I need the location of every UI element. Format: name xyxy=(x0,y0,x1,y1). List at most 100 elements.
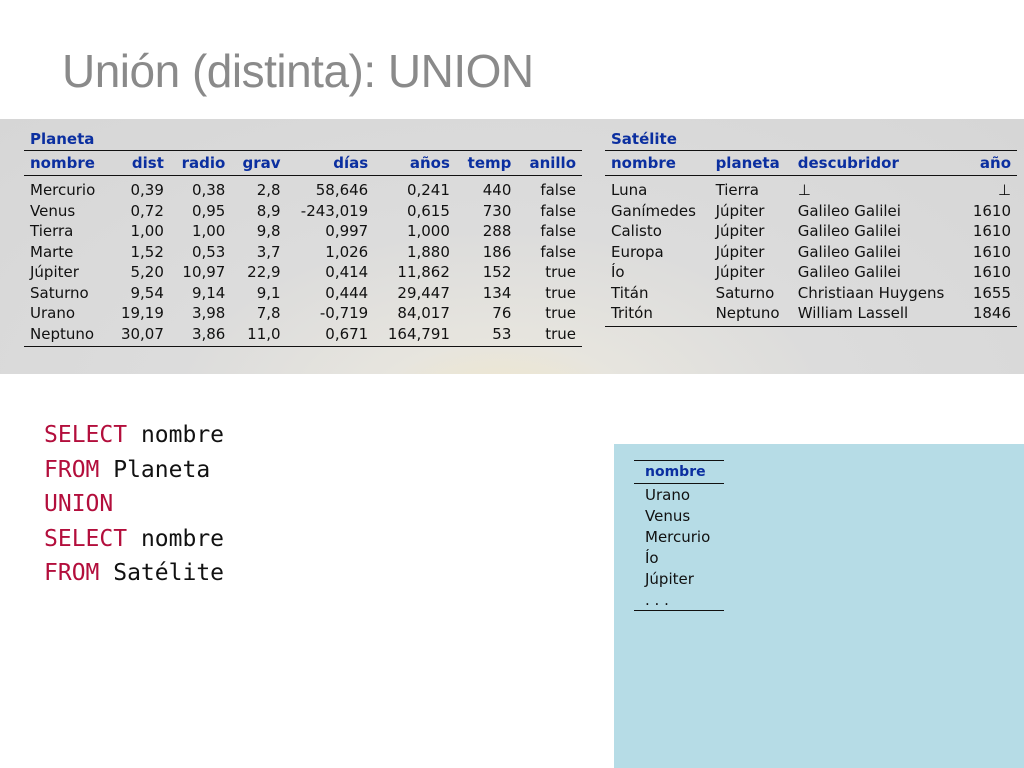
table-cell: ⊥ xyxy=(997,181,1011,200)
table-cell: false xyxy=(540,242,576,261)
table-cell: Galileo Galilei xyxy=(797,263,901,282)
satelite-table: Satélite nombre planeta descubridor año … xyxy=(605,124,1017,327)
table-cell: -0,719 xyxy=(319,304,369,323)
table-cell: 58,646 xyxy=(315,181,369,200)
table-cell: ⊥ xyxy=(797,181,811,200)
table-row: Tritón Neptuno William Lassell 1846 xyxy=(605,303,1017,327)
table-row: Europa Júpiter Galileo Galilei 1610 xyxy=(605,242,1017,263)
table-cell: 53 xyxy=(455,323,518,347)
table-cell: 3,98 xyxy=(191,304,226,323)
sql-line: SELECT nombre xyxy=(44,418,224,453)
table-cell: 29,447 xyxy=(397,283,450,302)
table-cell: Júpiter xyxy=(715,201,765,220)
table-cell: true xyxy=(545,263,576,282)
sql-line: SELECT nombre xyxy=(44,522,224,557)
table-cell: Júpiter xyxy=(30,263,79,282)
table-cell: 730 xyxy=(482,201,512,220)
satelite-col-nombre: nombre xyxy=(605,150,710,176)
planeta-col-grav: grav xyxy=(231,150,287,176)
sql-operand: Satélite xyxy=(99,560,225,586)
table-cell: false xyxy=(540,181,576,200)
table-cell: 0,53 xyxy=(191,242,226,261)
result-cell: . . . xyxy=(634,589,724,611)
table-cell: 1,00 xyxy=(191,222,226,241)
table-row: Ío Júpiter Galileo Galilei 1610 xyxy=(605,262,1017,283)
table-cell: 76 xyxy=(492,304,512,323)
table-cell: 9,14 xyxy=(191,283,226,302)
table-cell: 1610 xyxy=(972,242,1011,261)
table-cell: Luna xyxy=(611,181,648,200)
table-row: Urano xyxy=(634,484,724,506)
table-cell: -243,019 xyxy=(300,201,369,220)
table-row: Ío xyxy=(634,547,724,568)
table-cell: Galileo Galilei xyxy=(797,201,901,220)
table-cell: Saturno xyxy=(30,283,89,302)
table-cell: 5,20 xyxy=(130,263,164,282)
sql-line: FROM Satélite xyxy=(44,556,224,591)
table-row: . . . xyxy=(634,589,724,611)
table-cell: 1655 xyxy=(972,283,1011,302)
table-cell: 0,39 xyxy=(130,181,164,200)
table-cell: 0,38 xyxy=(191,181,226,200)
table-cell: 84,017 xyxy=(397,304,450,323)
table-cell: 0,95 xyxy=(191,201,226,220)
table-cell: false xyxy=(540,201,576,220)
table-cell: Mercurio xyxy=(30,181,96,200)
table-cell: 9,8 xyxy=(256,222,281,241)
table-cell: Galileo Galilei xyxy=(797,222,901,241)
table-cell: 1,52 xyxy=(130,242,164,261)
table-row: Venus 0,72 0,95 8,9 -243,019 0,615 730 false xyxy=(24,201,582,222)
table-cell: 440 xyxy=(482,181,512,200)
table-cell: Tierra xyxy=(715,181,759,200)
table-cell: 0,615 xyxy=(406,201,450,220)
slide-title: Unión (distinta): UNION xyxy=(62,45,534,97)
table-row: Júpiter xyxy=(634,568,724,589)
table-cell: Urano xyxy=(30,304,76,323)
table-cell: 1846 xyxy=(962,303,1017,327)
table-row: Mercurio 0,39 0,38 2,8 58,646 0,241 440 false xyxy=(24,176,582,201)
table-cell: 152 xyxy=(482,263,512,282)
planeta-col-radio: radio xyxy=(169,150,232,176)
sql-keyword: SELECT xyxy=(44,525,128,552)
table-cell: Ganímedes xyxy=(611,201,696,220)
table-cell: 1610 xyxy=(972,263,1011,282)
table-cell: false xyxy=(540,222,576,241)
table-cell: 0,72 xyxy=(130,201,164,220)
table-cell: 3,7 xyxy=(256,242,281,261)
table-cell: Christiaan Huygens xyxy=(797,283,945,302)
table-cell: 9,1 xyxy=(256,283,281,302)
table-cell: Marte xyxy=(30,242,74,261)
satelite-col-descubridor: descubridor xyxy=(791,150,963,176)
planeta-col-dias: días xyxy=(286,150,375,176)
table-cell: 186 xyxy=(482,242,512,261)
table-cell: 1,026 xyxy=(325,242,369,261)
table-row: Luna Tierra ⊥ ⊥ xyxy=(605,176,1017,201)
result-cell: Ío xyxy=(645,548,659,567)
table-cell: 10,97 xyxy=(182,263,226,282)
planeta-table: Planeta nombre dist radio grav días años… xyxy=(24,124,582,347)
table-row: Saturno 9,54 9,14 9,1 0,444 29,447 134 true xyxy=(24,283,582,304)
result-col-nombre: nombre xyxy=(634,460,724,484)
sql-line: UNION xyxy=(44,487,224,522)
table-cell: 7,8 xyxy=(256,304,281,323)
table-cell: 0,414 xyxy=(325,263,369,282)
planeta-col-anillo: anillo xyxy=(517,150,582,176)
table-cell: Tritón xyxy=(605,303,710,327)
planeta-caption: Planeta xyxy=(30,130,95,148)
planeta-header-row: nombre dist radio grav días años temp an… xyxy=(24,150,582,176)
table-cell: Galileo Galilei xyxy=(797,242,901,261)
result-table: nombre Urano Venus Mercurio Ío Júpiter. . . xyxy=(634,460,724,611)
sql-keyword: SELECT xyxy=(44,422,128,448)
table-cell: 1,000 xyxy=(406,222,450,241)
satelite-col-ano: año xyxy=(962,150,1017,176)
table-cell: 9,54 xyxy=(130,283,164,302)
table-cell: 0,444 xyxy=(325,283,369,302)
table-cell: Venus xyxy=(30,201,76,220)
table-cell: 288 xyxy=(482,222,512,241)
table-cell: 11,862 xyxy=(397,263,450,282)
table-row: Neptuno 30,07 3,86 11,0 0,671 164,791 53 true xyxy=(24,323,582,347)
planeta-col-dist: dist xyxy=(109,150,170,176)
table-cell: 1,880 xyxy=(406,242,450,261)
table-cell: Neptuno xyxy=(709,303,792,327)
table-cell: Júpiter xyxy=(715,222,765,241)
